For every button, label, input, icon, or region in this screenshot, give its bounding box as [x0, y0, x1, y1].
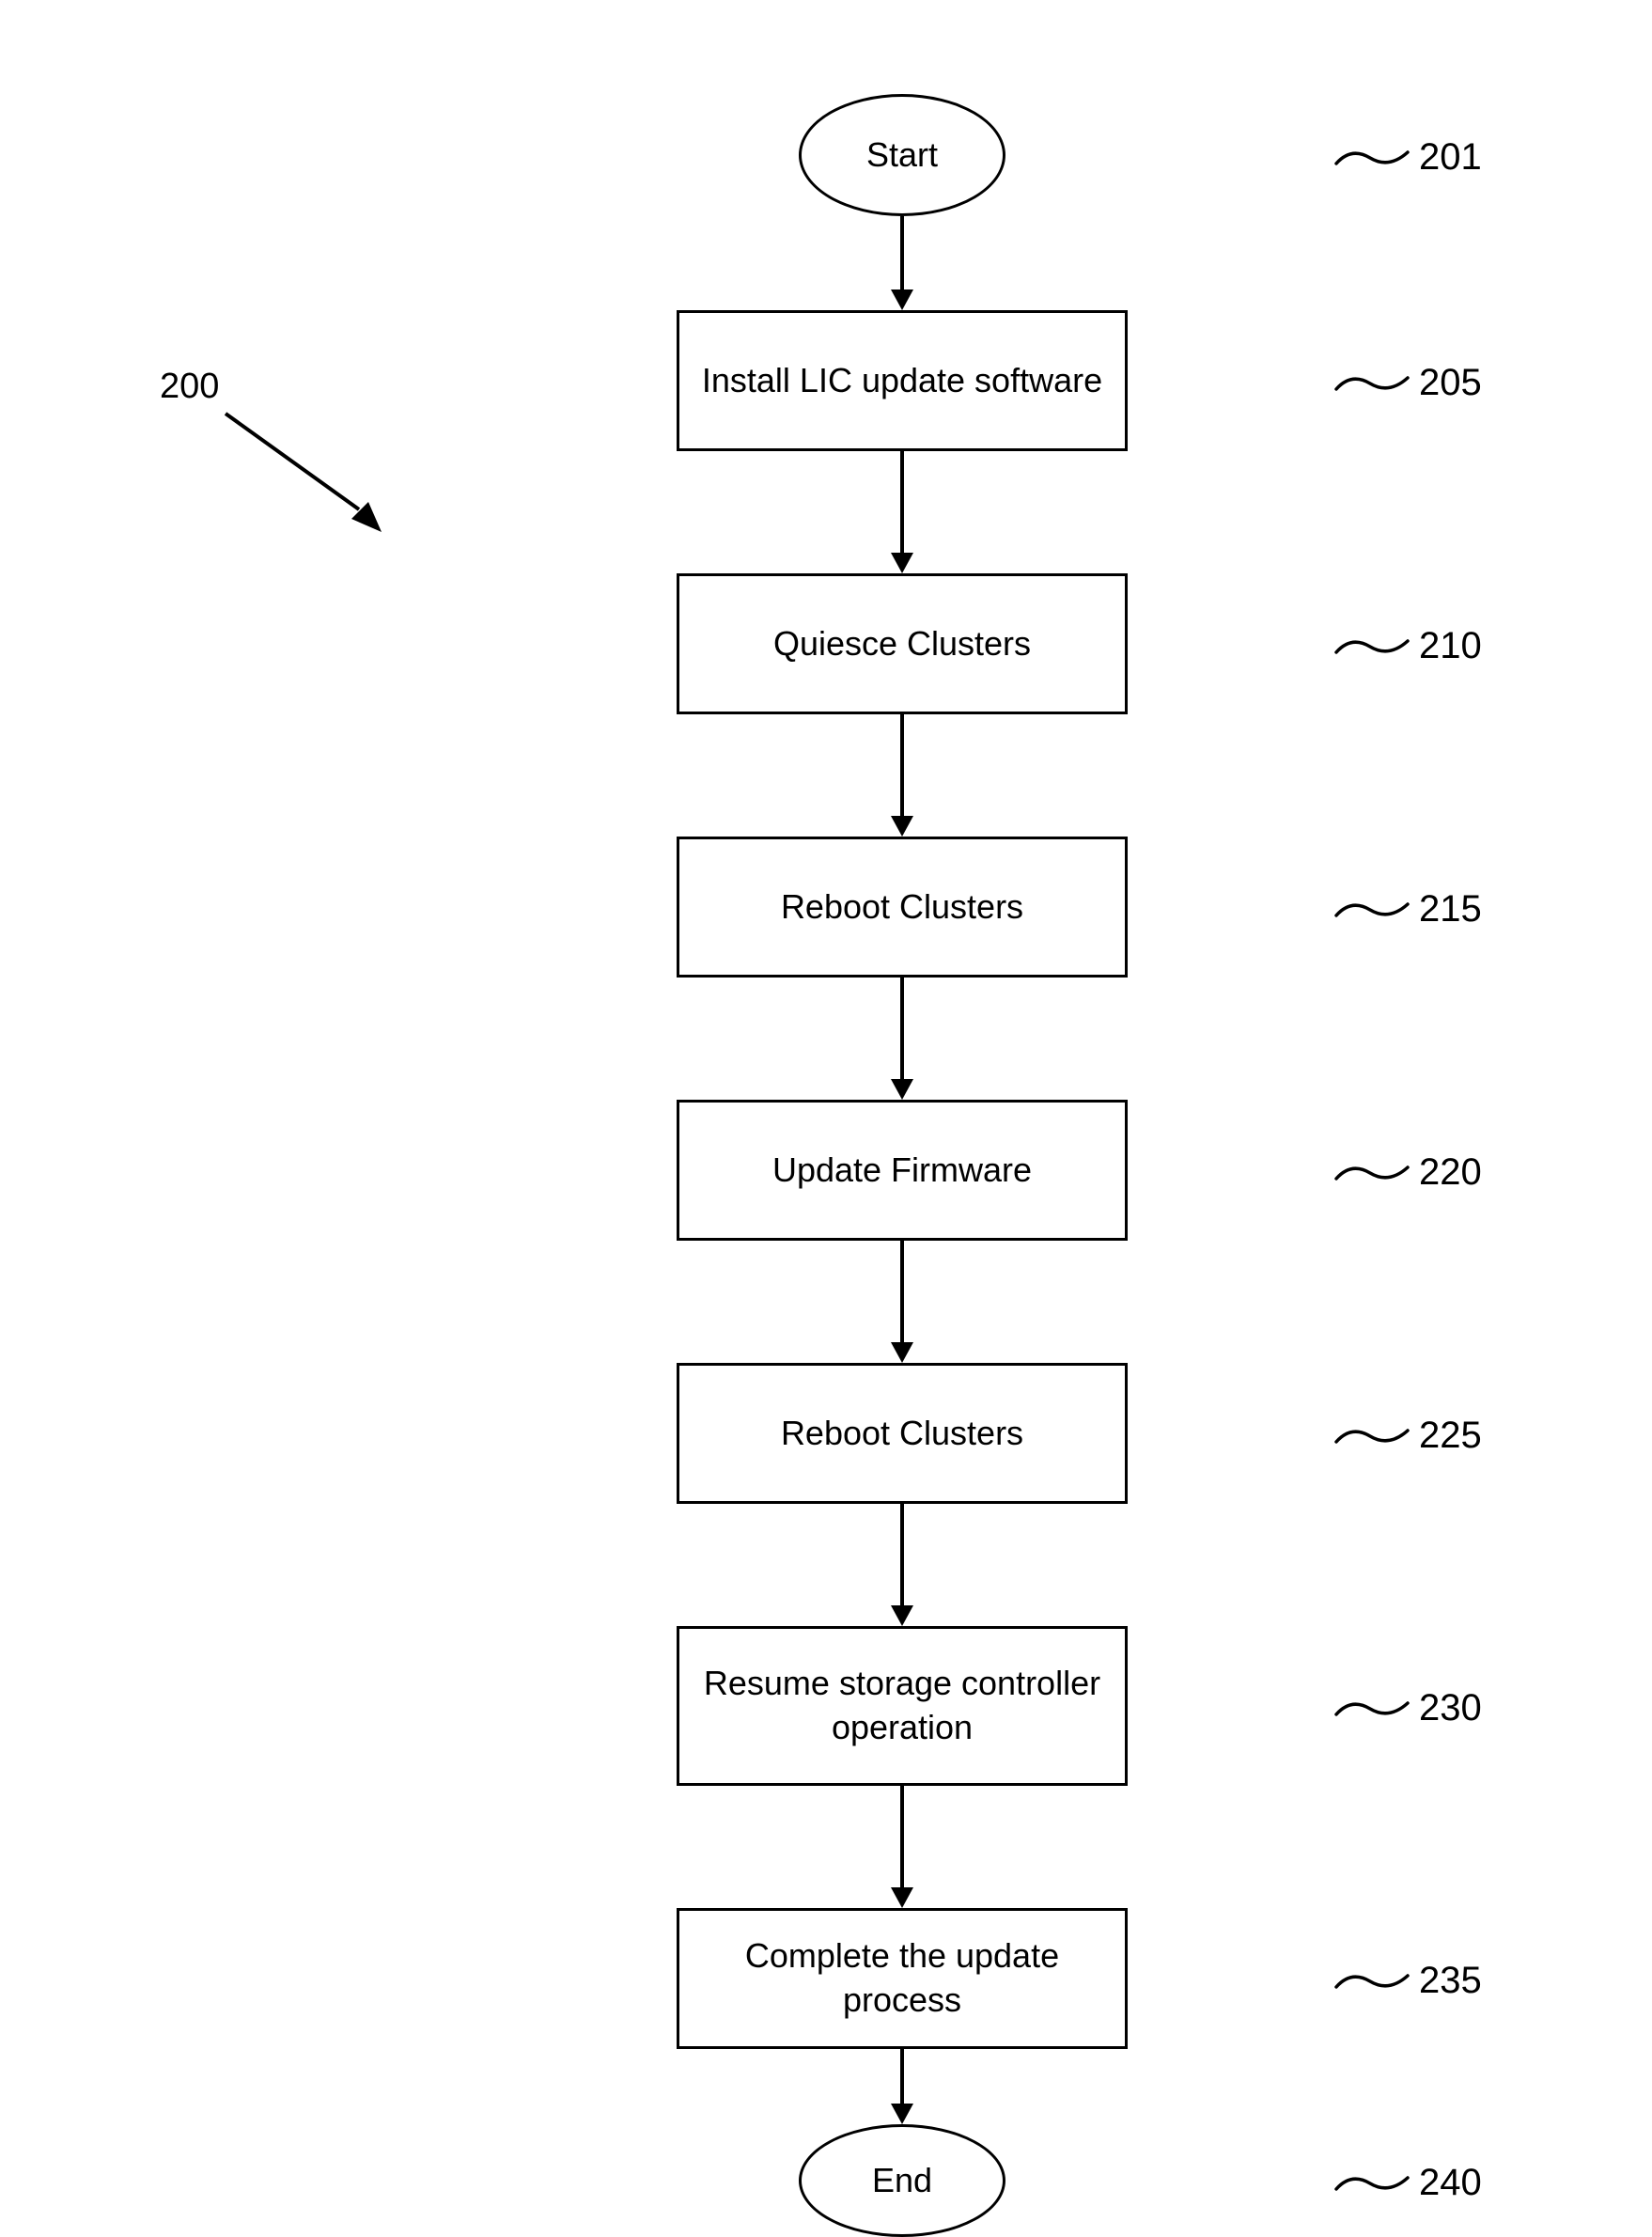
step-ref-number: 210 [1419, 625, 1482, 667]
tilde-mark [1334, 1423, 1410, 1449]
step-ref-label: 240 [1334, 2162, 1482, 2204]
figure-ref-label: 200 [160, 367, 219, 407]
step-ref-label: 235 [1334, 1960, 1482, 2002]
tilde-mark [1334, 370, 1410, 397]
step-ref-number: 225 [1419, 1415, 1482, 1457]
step-ref-label: 230 [1334, 1687, 1482, 1729]
step-ref-label: 225 [1334, 1415, 1482, 1457]
end-node: End [799, 2124, 1005, 2237]
tilde-mark [1334, 1968, 1410, 1995]
step-ref-number: 235 [1419, 1960, 1482, 2002]
step-ref-number: 240 [1419, 2162, 1482, 2204]
step-ref-number: 205 [1419, 362, 1482, 404]
process-node: Install LIC update software [677, 310, 1128, 451]
connector-arrow [883, 1786, 921, 1908]
node-label: Resume storage controller operation [698, 1662, 1106, 1750]
process-node: Reboot Clusters [677, 837, 1128, 978]
flowchart-canvas: 200 Start 201 Install LIC update softwar… [0, 0, 1652, 2229]
process-node: Complete the update process [677, 1908, 1128, 2049]
step-ref-number: 220 [1419, 1151, 1482, 1194]
process-node: Reboot Clusters [677, 1363, 1128, 1504]
node-label: Install LIC update software [702, 359, 1102, 403]
connector-arrow [883, 978, 921, 1100]
tilde-mark [1334, 897, 1410, 923]
tilde-mark [1334, 1160, 1410, 1186]
step-ref-label: 210 [1334, 625, 1482, 667]
tilde-mark [1334, 1696, 1410, 1722]
node-label: Update Firmware [772, 1149, 1032, 1193]
node-label: Quiesce Clusters [773, 622, 1031, 666]
tilde-mark [1334, 634, 1410, 660]
step-ref-label: 205 [1334, 362, 1482, 404]
tilde-mark [1334, 145, 1410, 171]
step-ref-label: 201 [1334, 136, 1482, 179]
figure-ref-arrow [216, 404, 385, 536]
process-node: Update Firmware [677, 1100, 1128, 1241]
node-label: Reboot Clusters [781, 885, 1023, 930]
process-node: Resume storage controller operation [677, 1626, 1128, 1786]
node-label: Start [866, 133, 938, 178]
step-ref-number: 215 [1419, 888, 1482, 931]
connector-arrow [883, 2049, 921, 2124]
connector-arrow [883, 216, 921, 310]
node-label: Complete the update process [698, 1934, 1106, 2023]
step-ref-label: 220 [1334, 1151, 1482, 1194]
tilde-mark [1334, 2170, 1410, 2197]
start-node: Start [799, 94, 1005, 216]
node-label: End [872, 2159, 932, 2203]
process-node: Quiesce Clusters [677, 573, 1128, 714]
step-ref-label: 215 [1334, 888, 1482, 931]
connector-arrow [883, 451, 921, 573]
connector-arrow [883, 714, 921, 837]
node-label: Reboot Clusters [781, 1412, 1023, 1456]
step-ref-number: 201 [1419, 136, 1482, 179]
connector-arrow [883, 1241, 921, 1363]
connector-arrow [883, 1504, 921, 1626]
step-ref-number: 230 [1419, 1687, 1482, 1729]
